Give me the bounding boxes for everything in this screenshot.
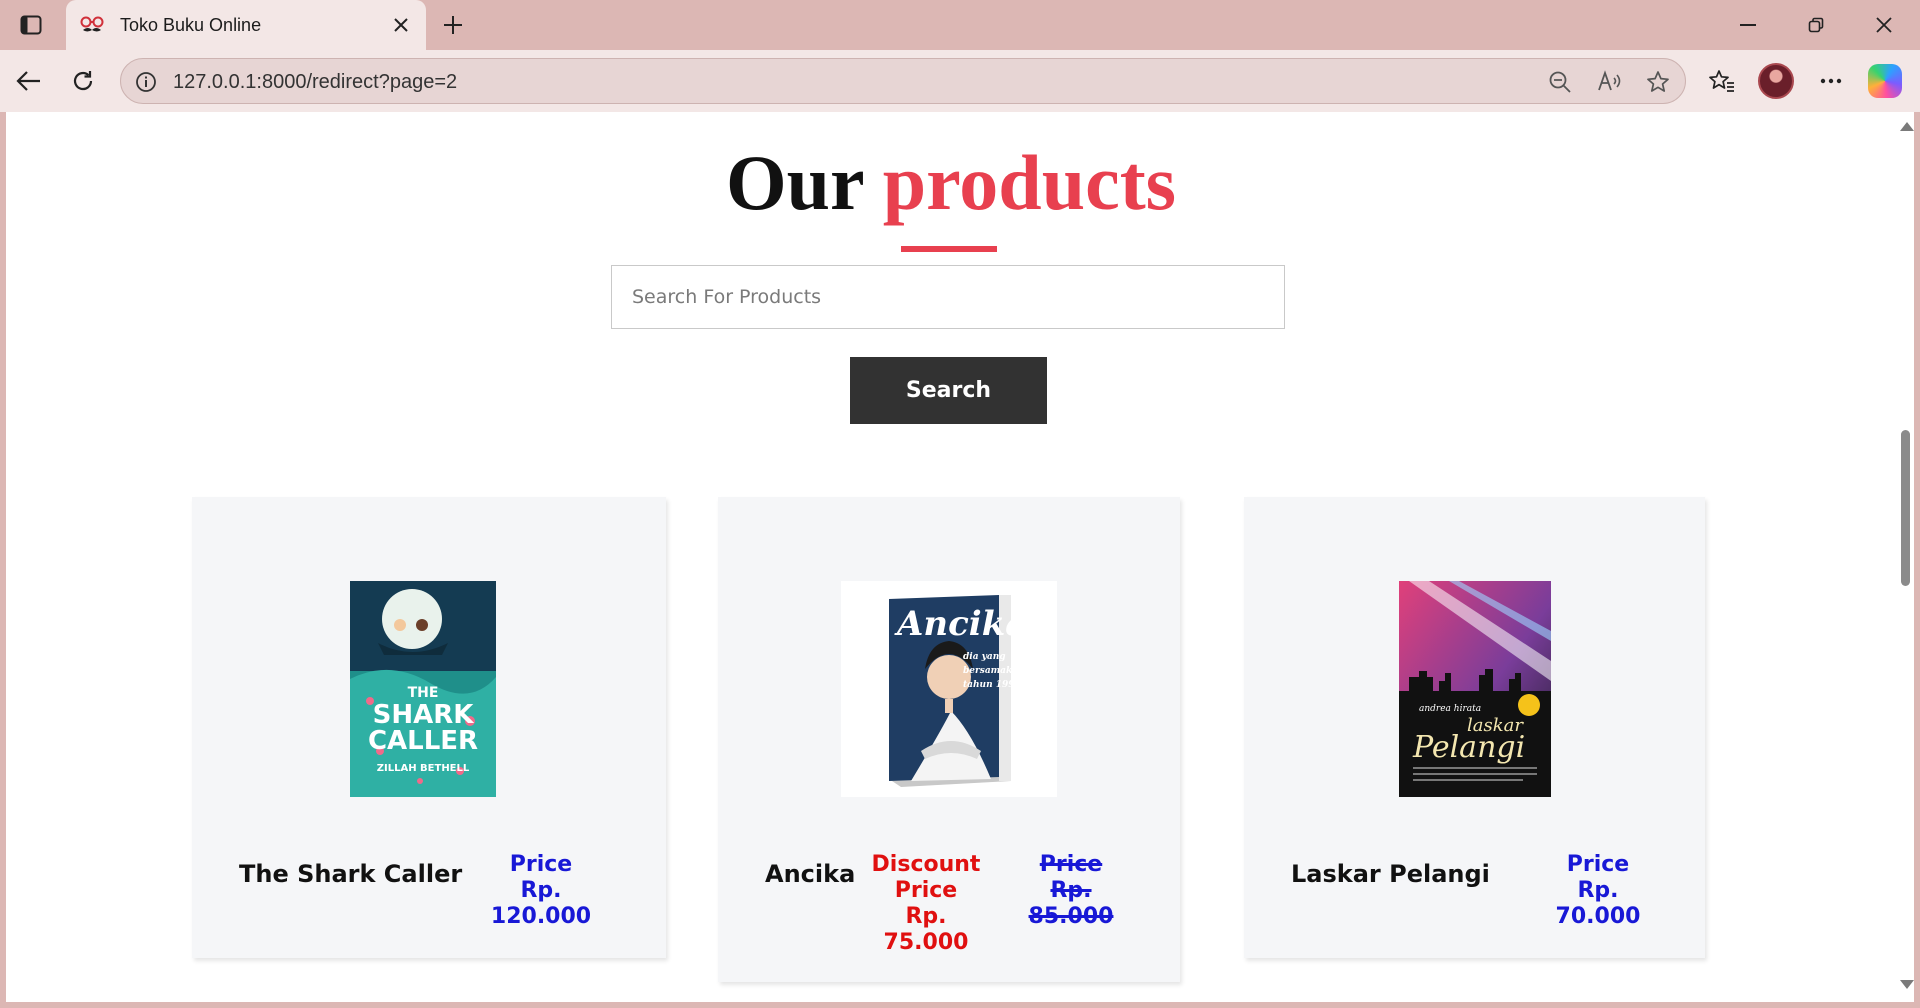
price-block: Price Rp. 70.000 xyxy=(1539,852,1657,930)
copilot-icon[interactable] xyxy=(1868,64,1902,98)
profile-avatar[interactable] xyxy=(1758,63,1794,99)
mustache-favicon-icon xyxy=(78,14,106,36)
discount-price-label: Price xyxy=(894,878,958,903)
product-name[interactable]: The Shark Caller xyxy=(239,860,462,888)
browser-titlebar: Toko Buku Online xyxy=(0,0,1920,50)
page-title-accent: products xyxy=(882,139,1177,226)
close-icon[interactable] xyxy=(386,10,416,40)
svg-text:tahun 1995: tahun 1995 xyxy=(963,680,1021,690)
price-label: Price xyxy=(1566,852,1630,877)
restore-icon[interactable] xyxy=(1782,0,1850,50)
window-bottom-edge xyxy=(0,1002,1920,1008)
minimize-icon[interactable] xyxy=(1714,0,1782,50)
title-underline xyxy=(901,246,997,252)
discount-price-value: Rp. 75.000 xyxy=(883,904,969,955)
book-cover-image[interactable]: Ancika dia yang bersamaku tahun 1995 xyxy=(841,581,1057,797)
star-icon[interactable] xyxy=(1643,67,1673,97)
original-price-value: 85.000 xyxy=(1028,904,1114,929)
search-input[interactable] xyxy=(611,265,1285,329)
book-cover-image[interactable]: andrea hirata laskar Pelangi xyxy=(1399,581,1551,797)
svg-text:dia yang: dia yang xyxy=(963,652,1006,662)
more-icon[interactable] xyxy=(1812,62,1850,100)
svg-text:andrea hirata: andrea hirata xyxy=(1419,704,1481,714)
page-viewport: Our products Search THE SHARK CALLER ZIL… xyxy=(6,112,1896,1002)
svg-text:ZILLAH BETHELL: ZILLAH BETHELL xyxy=(377,763,470,774)
sidebar-toggle-icon[interactable] xyxy=(14,9,48,41)
search-button[interactable]: Search xyxy=(850,357,1047,424)
svg-text:Ancika: Ancika xyxy=(894,604,1027,644)
svg-text:bersamaku: bersamaku xyxy=(963,666,1019,676)
product-card[interactable]: THE SHARK CALLER ZILLAH BETHELL The Shar… xyxy=(192,497,666,958)
url-text[interactable]: 127.0.0.1:8000/redirect?page=2 xyxy=(173,71,457,94)
svg-text:Pelangi: Pelangi xyxy=(1412,730,1525,765)
browser-toolbar: 127.0.0.1:8000/redirect?page=2 xyxy=(0,50,1920,112)
plus-icon[interactable] xyxy=(436,8,470,42)
product-card[interactable]: Ancika dia yang bersamaku tahun 1995 Anc… xyxy=(718,497,1180,982)
refresh-icon[interactable] xyxy=(64,62,102,100)
page-title-dark: Our xyxy=(725,139,864,226)
product-name[interactable]: Laskar Pelangi xyxy=(1291,860,1490,888)
price-label: Price xyxy=(509,852,573,877)
scroll-up-arrow-icon[interactable] xyxy=(1900,122,1914,131)
zoom-out-icon[interactable] xyxy=(1545,67,1575,97)
discount-price-block: Discount Price Rp. 75.000 xyxy=(863,852,989,956)
tab-title: Toko Buku Online xyxy=(120,14,262,35)
vertical-scrollbar[interactable] xyxy=(1896,112,1914,1002)
svg-text:THE: THE xyxy=(408,685,439,701)
page-title: Our products xyxy=(6,144,1896,222)
product-name[interactable]: Ancika xyxy=(765,860,855,888)
favorites-icon[interactable] xyxy=(1703,62,1741,100)
price-value: Rp. 120.000 xyxy=(490,878,592,929)
read-aloud-icon[interactable] xyxy=(1595,67,1625,97)
back-arrow-icon[interactable] xyxy=(10,62,48,100)
discount-label: Discount xyxy=(871,852,981,877)
close-window-icon[interactable] xyxy=(1850,0,1918,50)
info-icon[interactable] xyxy=(133,69,159,95)
browser-tab[interactable]: Toko Buku Online xyxy=(66,0,426,50)
product-card[interactable]: andrea hirata laskar Pelangi Laskar Pela… xyxy=(1244,497,1705,958)
original-price-label: Price xyxy=(1039,852,1103,877)
original-price-block: Price Rp. 85.000 xyxy=(1023,852,1119,930)
svg-text:CALLER: CALLER xyxy=(368,726,478,756)
scrollbar-thumb[interactable] xyxy=(1901,430,1910,586)
price-value: Rp. 70.000 xyxy=(1555,878,1641,929)
scroll-down-arrow-icon[interactable] xyxy=(1900,980,1914,989)
original-price-currency: Rp. xyxy=(1050,878,1092,903)
price-block: Price Rp. 120.000 xyxy=(482,852,600,930)
book-cover-image[interactable]: THE SHARK CALLER ZILLAH BETHELL xyxy=(350,581,496,797)
address-bar[interactable]: 127.0.0.1:8000/redirect?page=2 xyxy=(120,58,1686,104)
